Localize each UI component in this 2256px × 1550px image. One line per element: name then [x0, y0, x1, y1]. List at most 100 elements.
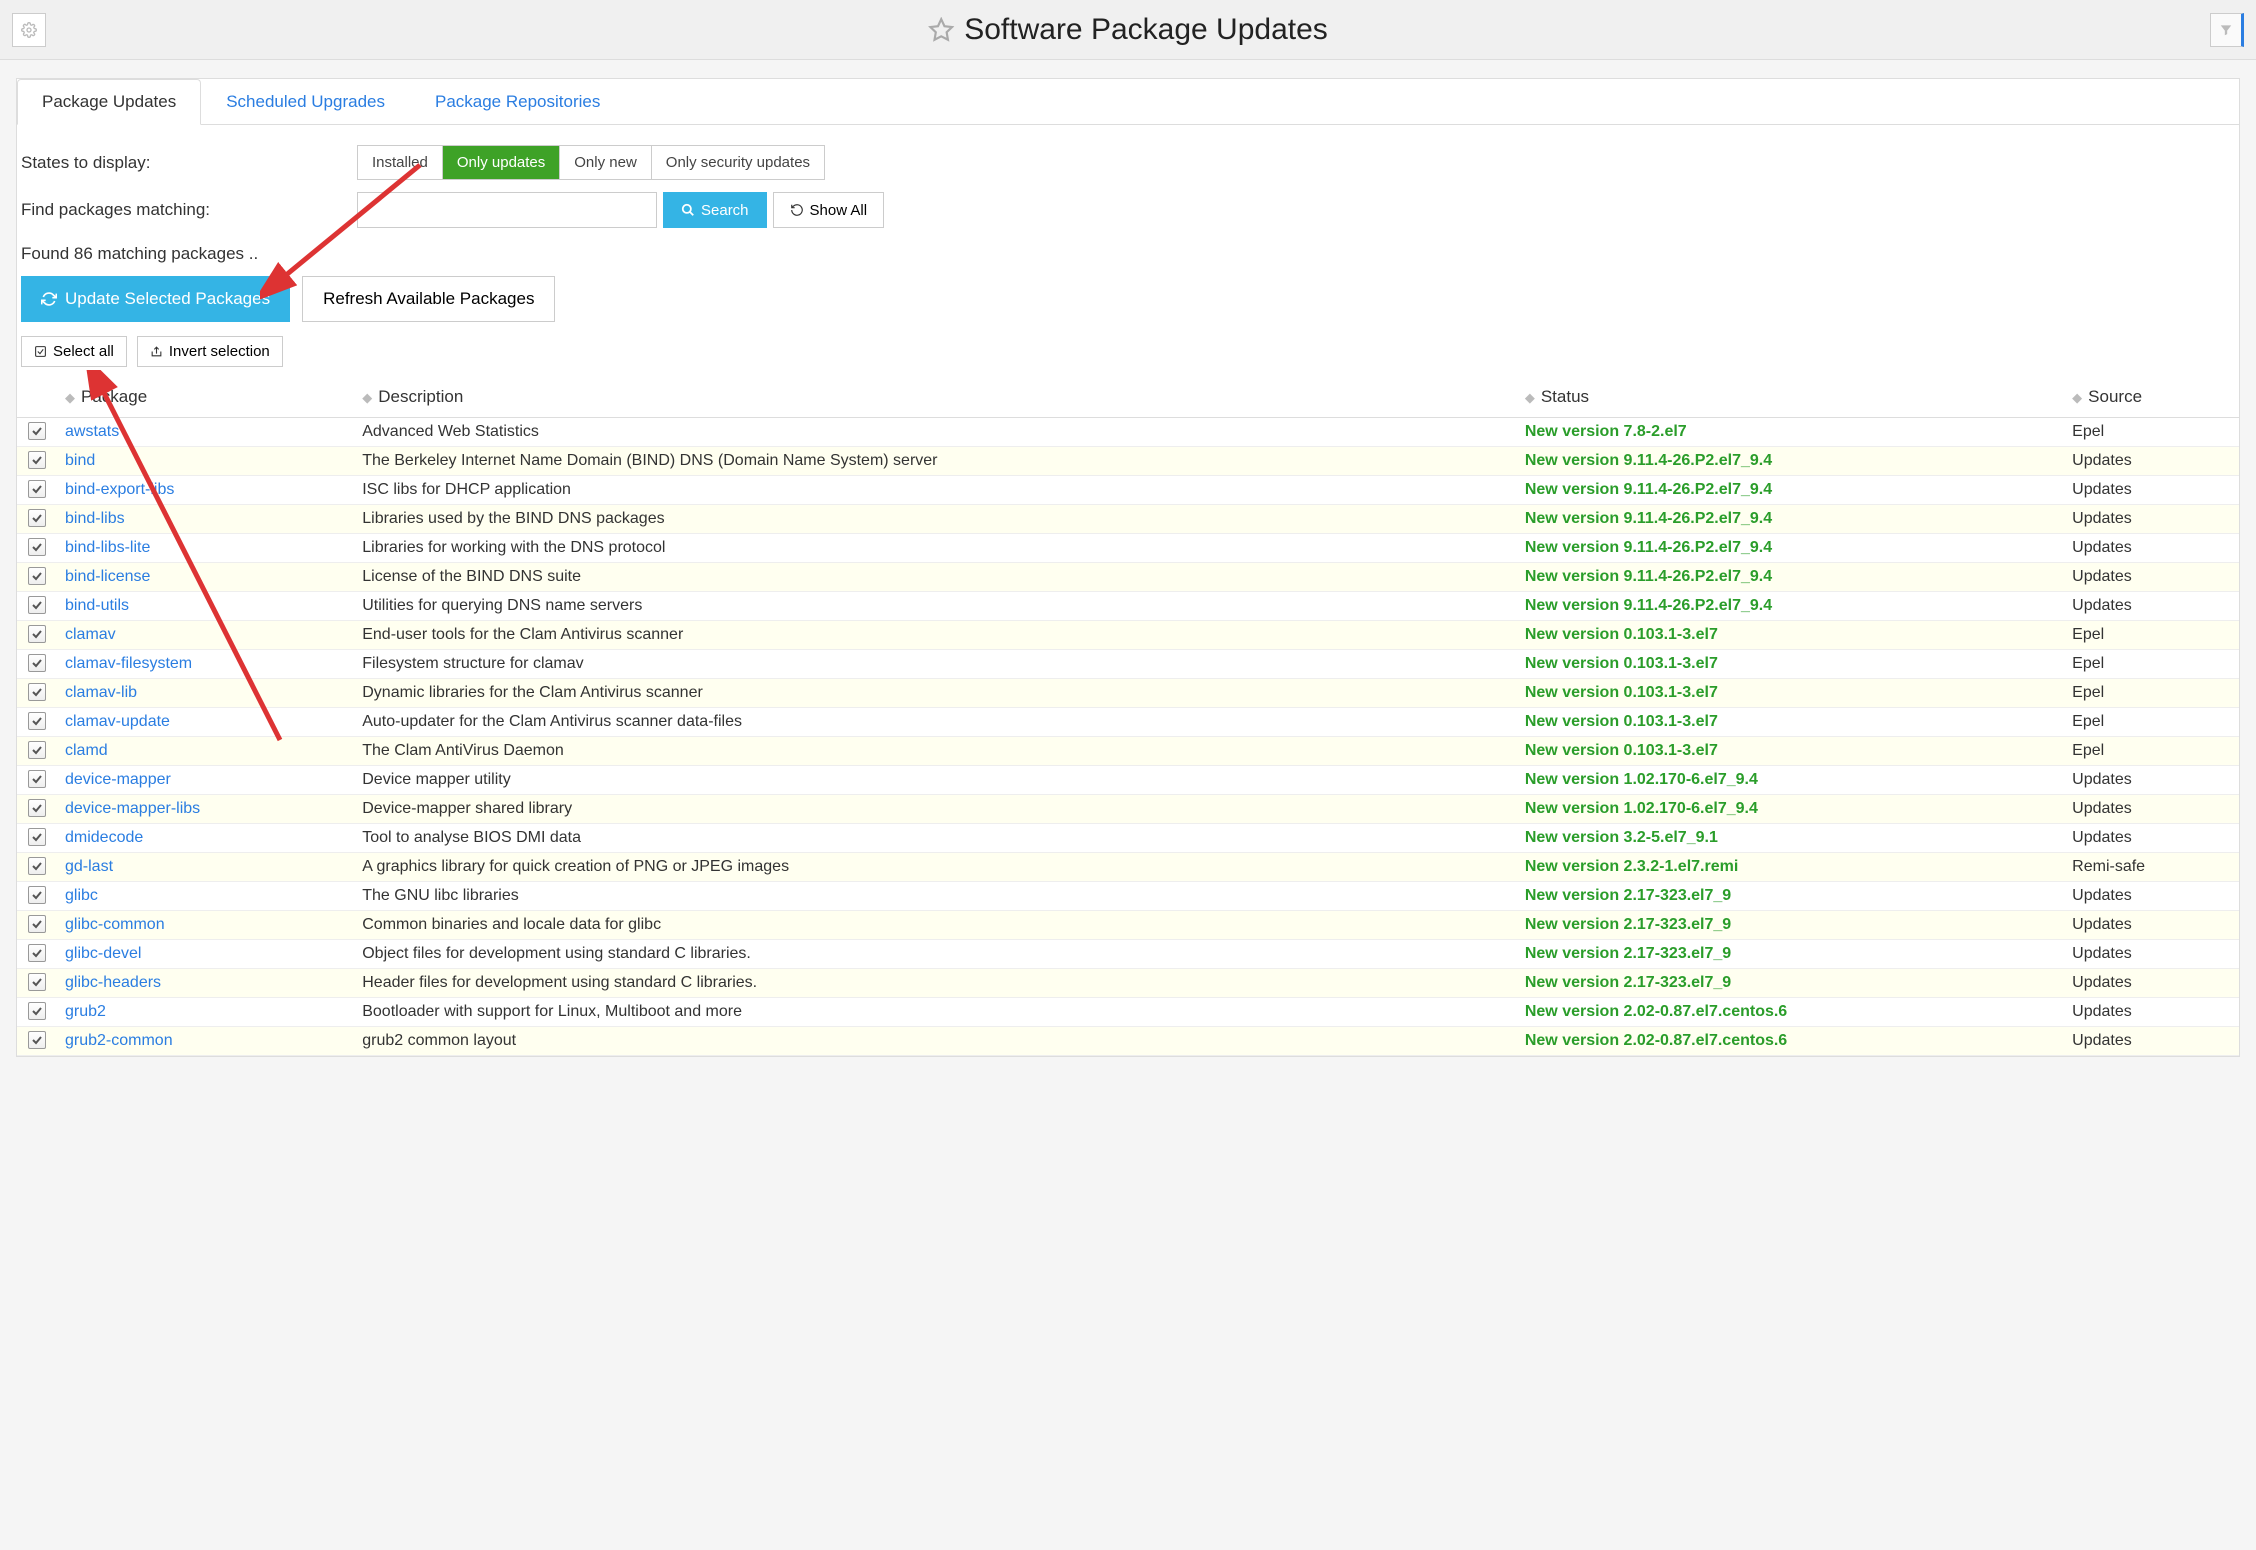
table-row[interactable]: clamdThe Clam AntiVirus DaemonNew versio…	[17, 737, 2239, 766]
update-selected-button[interactable]: Update Selected Packages	[21, 276, 290, 322]
package-link[interactable]: glibc-headers	[65, 974, 161, 991]
col-description[interactable]: ◆Description	[354, 377, 1517, 418]
package-link[interactable]: awstats	[65, 423, 119, 440]
row-checkbox-cell[interactable]	[17, 534, 57, 563]
row-checkbox-cell[interactable]	[17, 1027, 57, 1056]
row-checkbox-cell[interactable]	[17, 853, 57, 882]
checkbox-icon[interactable]	[28, 1031, 46, 1049]
table-row[interactable]: clamav-filesystemFilesystem structure fo…	[17, 650, 2239, 679]
row-checkbox-cell[interactable]	[17, 505, 57, 534]
package-link[interactable]: grub2	[65, 1003, 106, 1020]
star-icon[interactable]	[928, 17, 954, 43]
search-button[interactable]: Search	[663, 192, 767, 228]
checkbox-icon[interactable]	[28, 886, 46, 904]
checkbox-icon[interactable]	[28, 480, 46, 498]
state-toggle-only-security-updates[interactable]: Only security updates	[652, 146, 824, 179]
table-row[interactable]: bind-export-libsISC libs for DHCP applic…	[17, 476, 2239, 505]
row-checkbox-cell[interactable]	[17, 447, 57, 476]
checkbox-icon[interactable]	[28, 712, 46, 730]
package-link[interactable]: clamav-update	[65, 713, 170, 730]
package-link[interactable]: glibc	[65, 887, 98, 904]
package-link[interactable]: device-mapper-libs	[65, 800, 200, 817]
checkbox-icon[interactable]	[28, 654, 46, 672]
table-row[interactable]: clamavEnd-user tools for the Clam Antivi…	[17, 621, 2239, 650]
package-link[interactable]: gd-last	[65, 858, 113, 875]
table-row[interactable]: glibc-headersHeader files for developmen…	[17, 969, 2239, 998]
row-checkbox-cell[interactable]	[17, 476, 57, 505]
table-row[interactable]: bind-licenseLicense of the BIND DNS suit…	[17, 563, 2239, 592]
row-checkbox-cell[interactable]	[17, 563, 57, 592]
checkbox-icon[interactable]	[28, 741, 46, 759]
row-checkbox-cell[interactable]	[17, 882, 57, 911]
checkbox-icon[interactable]	[28, 973, 46, 991]
invert-selection-button[interactable]: Invert selection	[137, 336, 283, 367]
table-row[interactable]: dmidecodeTool to analyse BIOS DMI dataNe…	[17, 824, 2239, 853]
row-checkbox-cell[interactable]	[17, 679, 57, 708]
row-checkbox-cell[interactable]	[17, 911, 57, 940]
table-row[interactable]: bindThe Berkeley Internet Name Domain (B…	[17, 447, 2239, 476]
row-checkbox-cell[interactable]	[17, 418, 57, 447]
package-link[interactable]: clamd	[65, 742, 108, 759]
checkbox-icon[interactable]	[28, 770, 46, 788]
checkbox-icon[interactable]	[28, 538, 46, 556]
package-link[interactable]: bind-libs-lite	[65, 539, 150, 556]
row-checkbox-cell[interactable]	[17, 795, 57, 824]
package-link[interactable]: bind-license	[65, 568, 150, 585]
state-toggle-only-new[interactable]: Only new	[560, 146, 652, 179]
table-row[interactable]: glibcThe GNU libc librariesNew version 2…	[17, 882, 2239, 911]
settings-button[interactable]	[12, 13, 46, 47]
refresh-packages-button[interactable]: Refresh Available Packages	[302, 276, 555, 322]
table-row[interactable]: glibc-develObject files for development …	[17, 940, 2239, 969]
table-row[interactable]: grub2Bootloader with support for Linux, …	[17, 998, 2239, 1027]
tab-package-repositories[interactable]: Package Repositories	[410, 79, 625, 125]
filter-button[interactable]	[2210, 13, 2244, 47]
package-link[interactable]: clamav-lib	[65, 684, 137, 701]
checkbox-icon[interactable]	[28, 625, 46, 643]
checkbox-icon[interactable]	[28, 596, 46, 614]
row-checkbox-cell[interactable]	[17, 998, 57, 1027]
checkbox-icon[interactable]	[28, 944, 46, 962]
table-row[interactable]: bind-libs-liteLibraries for working with…	[17, 534, 2239, 563]
row-checkbox-cell[interactable]	[17, 708, 57, 737]
package-link[interactable]: device-mapper	[65, 771, 171, 788]
tab-scheduled-upgrades[interactable]: Scheduled Upgrades	[201, 79, 410, 125]
checkbox-icon[interactable]	[28, 915, 46, 933]
package-link[interactable]: bind-utils	[65, 597, 129, 614]
col-source[interactable]: ◆Source	[2064, 377, 2239, 418]
checkbox-icon[interactable]	[28, 857, 46, 875]
package-link[interactable]: glibc-common	[65, 916, 165, 933]
row-checkbox-cell[interactable]	[17, 650, 57, 679]
checkbox-icon[interactable]	[28, 567, 46, 585]
package-link[interactable]: dmidecode	[65, 829, 143, 846]
row-checkbox-cell[interactable]	[17, 940, 57, 969]
package-link[interactable]: clamav	[65, 626, 116, 643]
checkbox-icon[interactable]	[28, 828, 46, 846]
table-row[interactable]: clamav-updateAuto-updater for the Clam A…	[17, 708, 2239, 737]
select-all-button[interactable]: Select all	[21, 336, 127, 367]
row-checkbox-cell[interactable]	[17, 969, 57, 998]
row-checkbox-cell[interactable]	[17, 824, 57, 853]
table-row[interactable]: grub2-commongrub2 common layoutNew versi…	[17, 1027, 2239, 1056]
row-checkbox-cell[interactable]	[17, 592, 57, 621]
checkbox-icon[interactable]	[28, 683, 46, 701]
show-all-button[interactable]: Show All	[773, 192, 885, 228]
table-row[interactable]: device-mapperDevice mapper utilityNew ve…	[17, 766, 2239, 795]
package-link[interactable]: bind	[65, 452, 95, 469]
table-row[interactable]: clamav-libDynamic libraries for the Clam…	[17, 679, 2239, 708]
package-link[interactable]: bind-libs	[65, 510, 125, 527]
package-link[interactable]: bind-export-libs	[65, 481, 174, 498]
table-row[interactable]: device-mapper-libsDevice-mapper shared l…	[17, 795, 2239, 824]
row-checkbox-cell[interactable]	[17, 621, 57, 650]
table-row[interactable]: bind-libsLibraries used by the BIND DNS …	[17, 505, 2239, 534]
table-row[interactable]: awstatsAdvanced Web StatisticsNew versio…	[17, 418, 2239, 447]
state-toggle-only-updates[interactable]: Only updates	[443, 146, 560, 179]
table-row[interactable]: gd-lastA graphics library for quick crea…	[17, 853, 2239, 882]
col-status[interactable]: ◆Status	[1517, 377, 2064, 418]
tab-package-updates[interactable]: Package Updates	[17, 79, 201, 125]
checkbox-icon[interactable]	[28, 799, 46, 817]
checkbox-icon[interactable]	[28, 422, 46, 440]
state-toggle-installed[interactable]: Installed	[358, 146, 443, 179]
checkbox-icon[interactable]	[28, 509, 46, 527]
row-checkbox-cell[interactable]	[17, 737, 57, 766]
package-link[interactable]: glibc-devel	[65, 945, 141, 962]
